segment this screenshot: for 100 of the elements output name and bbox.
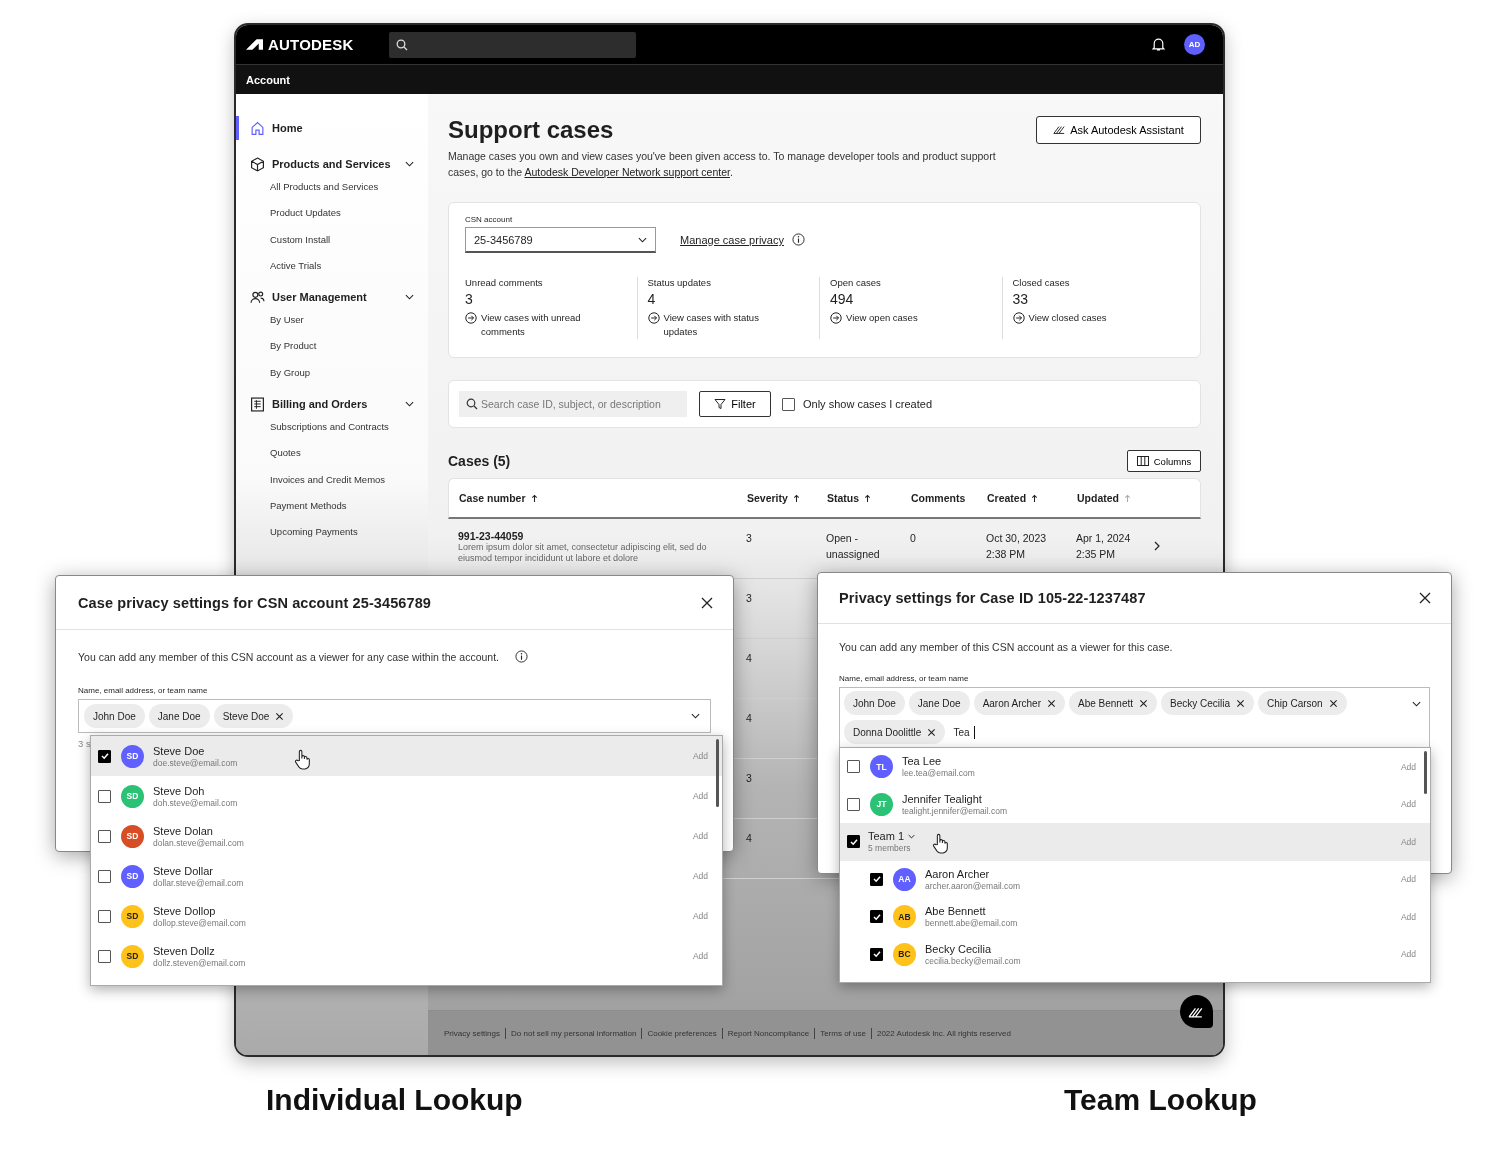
remove-icon[interactable] [1236, 698, 1246, 708]
add-action[interactable]: Add [1400, 799, 1416, 810]
nav-subitem[interactable]: By Group [236, 365, 428, 393]
remove-icon[interactable] [927, 727, 937, 737]
footer-link[interactable]: Cookie preferences [647, 1028, 717, 1038]
checkbox[interactable] [98, 949, 111, 963]
column-header[interactable]: Case number [449, 492, 747, 504]
people-field[interactable]: John Doe Jane Doe Aaron Archer Abe Bennett Becky Cecilia Chip Carson Donna Doolittle Tea [839, 687, 1430, 748]
option-row[interactable]: BC Becky Cecilia cecilia.becky@email.com Add [840, 935, 1430, 973]
chip[interactable]: John Doe [844, 691, 905, 715]
add-action[interactable]: Add [692, 831, 708, 841]
checkbox[interactable] [847, 835, 860, 849]
footer-link[interactable]: 2022 Autodesk Inc. All rights reserved [876, 1028, 1011, 1038]
add-action[interactable]: Add [692, 951, 708, 961]
checkbox[interactable] [847, 797, 860, 811]
add-action[interactable]: Add [692, 911, 708, 921]
option-row[interactable]: AB Abe Bennett bennett.abe@email.com Add [840, 898, 1430, 936]
checkbox[interactable] [870, 872, 883, 886]
chip[interactable]: Jane Doe [148, 704, 210, 728]
nav-subitem[interactable]: Custom Install [236, 232, 428, 259]
chip[interactable]: Chip Carson [1258, 691, 1347, 715]
nav-subitem[interactable]: Invoices and Credit Memos [236, 472, 428, 499]
column-header[interactable]: Status [827, 492, 911, 504]
option-row[interactable]: JT Jennifer Tealight tealight.jennifer@email.com Add [840, 785, 1430, 823]
chip[interactable]: Steve Doe [213, 704, 294, 728]
option-row[interactable]: SD Steve Dollar dollar.steve@email.com Add [91, 856, 722, 896]
chip[interactable]: Becky Cecilia [1161, 691, 1255, 715]
nav-subitem[interactable]: Payment Methods [236, 498, 428, 526]
stat-link[interactable]: View cases with unread comments [481, 311, 590, 339]
chip[interactable]: Jane Doe [908, 691, 970, 715]
footer-link[interactable]: Terms of use [820, 1028, 866, 1038]
footer-link[interactable]: Do not sell my personal information [511, 1028, 637, 1038]
add-action[interactable]: Add [1400, 761, 1416, 772]
option-row[interactable]: SD Steven Dollz dollz.steven@email.com Add [91, 936, 722, 976]
bell-icon[interactable] [1151, 37, 1166, 52]
column-header[interactable]: Updated [1077, 492, 1200, 504]
privacy-link[interactable]: Manage case privacy [680, 234, 784, 246]
checkbox[interactable] [98, 789, 111, 803]
checkbox[interactable] [870, 910, 883, 924]
footer-link[interactable]: Privacy settings [444, 1028, 501, 1038]
checkbox[interactable] [782, 397, 795, 411]
checkbox[interactable] [847, 760, 860, 774]
option-row[interactable]: SD Steve Dollop dollop.steve@email.com Add [91, 896, 722, 936]
column-header[interactable]: Created [987, 492, 1077, 504]
nav-subitem[interactable]: Quotes [236, 446, 428, 473]
stat-link[interactable]: View closed cases [1028, 311, 1107, 325]
add-action[interactable]: Add [692, 871, 708, 881]
close-icon[interactable] [1419, 592, 1431, 604]
chevron-right-icon[interactable] [1154, 541, 1160, 551]
option-row[interactable]: AA Aaron Archer archer.aaron@email.com Add [840, 860, 1430, 898]
nav-subitem[interactable]: Upcoming Payments [236, 525, 428, 552]
close-icon[interactable] [701, 596, 713, 609]
chip[interactable]: John Doe [84, 704, 145, 728]
search-field[interactable]: Search case ID, subject, or description [459, 391, 687, 417]
chip[interactable]: Donna Doolittle [844, 720, 946, 744]
checkbox[interactable] [870, 947, 883, 961]
option-row[interactable]: SD Steve Doe doe.steve@email.com Add [91, 736, 722, 776]
info-icon[interactable] [515, 650, 528, 663]
filter-button[interactable]: Filter [699, 391, 771, 417]
option-row[interactable]: SD Steve Dolan dolan.steve@email.com Add [91, 816, 722, 856]
chip[interactable]: Abe Bennett [1069, 691, 1158, 715]
nav-subitem[interactable]: Product Updates [236, 206, 428, 233]
nav-subitem[interactable]: All Products and Services [236, 180, 428, 207]
column-header[interactable]: Comments [911, 492, 987, 504]
nav-subitem[interactable]: Subscriptions and Contracts [236, 420, 428, 447]
checkbox[interactable] [98, 749, 111, 763]
people-field[interactable]: John Doe Jane Doe Steve Doe [78, 699, 711, 733]
scrollbar[interactable] [1424, 751, 1427, 794]
avatar[interactable]: AD [1184, 34, 1205, 55]
option-row[interactable]: SD Steve Doh doh.steve@email.com Add [91, 776, 722, 816]
option-row[interactable]: TL Tea Lee lee.tea@email.com Add [840, 748, 1430, 786]
add-action[interactable]: Add [1400, 949, 1416, 960]
checkbox[interactable] [98, 869, 111, 883]
nav-item[interactable]: Products and Services [236, 152, 428, 176]
chip[interactable]: Aaron Archer [973, 691, 1065, 715]
checkbox[interactable] [98, 829, 111, 843]
footer-link[interactable]: Report Noncompliance [727, 1028, 810, 1038]
nav-subitem[interactable]: By User [236, 313, 428, 340]
assistant-button[interactable]: Ask Autodesk Assistant [1036, 116, 1201, 144]
option-row[interactable]: Team 1 5 members Add [840, 823, 1430, 861]
case-number[interactable]: 991-23-44059 [458, 530, 746, 542]
support-center-link[interactable]: Autodesk Developer Network support center [524, 166, 730, 178]
remove-icon[interactable] [1047, 698, 1056, 708]
add-action[interactable]: Add [1400, 874, 1416, 885]
add-action[interactable]: Add [1400, 911, 1416, 922]
stat-link[interactable]: View cases with status updates [663, 311, 773, 339]
nav-item[interactable]: Billing and Orders [236, 392, 428, 417]
search-field[interactable] [389, 31, 636, 58]
nav-item[interactable]: Home [236, 116, 428, 140]
nav-item[interactable]: User Management [236, 285, 428, 310]
account-select[interactable]: 25-3456789 [465, 227, 656, 253]
remove-icon[interactable] [1328, 698, 1338, 708]
nav-subitem[interactable]: Active Trials [236, 258, 428, 286]
columns-button[interactable]: Columns [1127, 450, 1201, 472]
checkbox[interactable] [98, 909, 111, 923]
add-action[interactable]: Add [692, 791, 708, 801]
scrollbar[interactable] [716, 739, 719, 807]
column-header[interactable]: Severity [747, 492, 827, 504]
info-icon[interactable] [791, 233, 805, 246]
remove-icon[interactable] [275, 711, 285, 721]
